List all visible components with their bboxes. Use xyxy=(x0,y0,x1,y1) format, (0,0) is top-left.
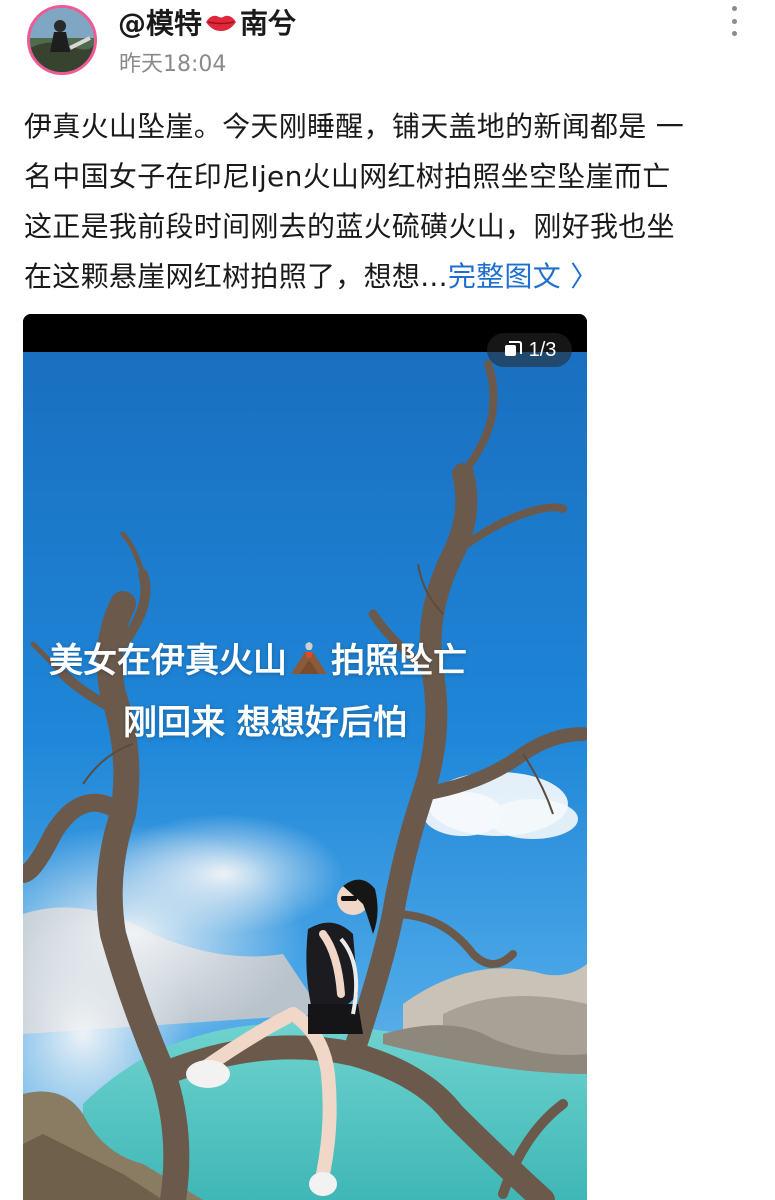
more-options-button[interactable] xyxy=(722,6,746,36)
vertical-ellipsis-icon xyxy=(731,6,737,11)
volcano-icon xyxy=(289,640,329,676)
post-text-line: 这正是我前段时间刚去的蓝火硫磺火山，刚好我也坐 xyxy=(24,210,675,243)
image-stack-icon xyxy=(503,340,523,360)
overlay-caption-text: 拍照坠亡 xyxy=(331,641,467,681)
avatar-photo xyxy=(30,8,94,72)
username[interactable]: @模特 南兮 xyxy=(118,2,296,42)
post-image[interactable] xyxy=(23,314,587,1200)
overlay-caption-text: 美女在伊真火山 xyxy=(49,641,287,681)
image-counter-badge: 1/3 xyxy=(487,333,572,367)
lips-icon xyxy=(204,11,238,33)
full-text-link[interactable]: 完整图文 〉 xyxy=(448,260,599,293)
post-text-line: 名中国女子在印尼Ijen火山网红树拍照坐空坠崖而亡 xyxy=(24,160,671,193)
avatar[interactable] xyxy=(27,5,97,75)
username-suffix: 南兮 xyxy=(240,7,297,40)
post-text-line: 伊真火山坠崖。今天刚睡醒，铺天盖地的新闻都是 一 xyxy=(24,110,685,143)
image-counter-text: 1/3 xyxy=(528,338,557,361)
overlay-caption-line2: 刚回来 想想好后怕 xyxy=(123,703,407,743)
post-text-line: 在这颗悬崖网红树拍照了，想想... xyxy=(24,260,448,293)
ellipsis-dot xyxy=(731,31,737,36)
post-text: 伊真火山坠崖。今天刚睡醒，铺天盖地的新闻都是 一 名中国女子在印尼Ijen火山网… xyxy=(24,102,754,302)
scene-image xyxy=(23,314,587,1200)
username-prefix: @模特 xyxy=(118,7,203,40)
post-time: 昨天18:04 xyxy=(119,52,227,77)
post-text-line-last: 在这颗悬崖网红树拍照了，想想...完整图文 〉 xyxy=(24,252,754,302)
ellipsis-dot xyxy=(731,18,737,24)
overlay-caption-line1: 美女在伊真火山 拍照坠亡 xyxy=(49,633,467,682)
